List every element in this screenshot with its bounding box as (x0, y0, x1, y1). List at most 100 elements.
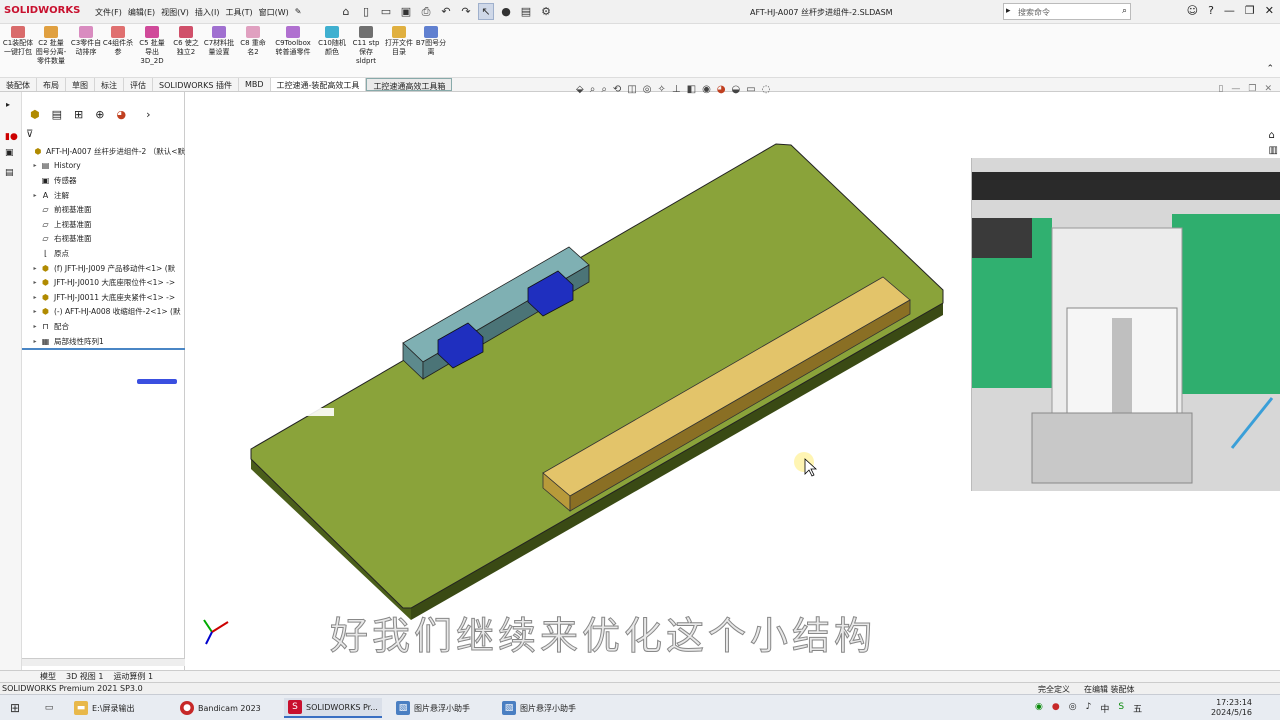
ribbon-button-c6[interactable]: C6 使之独立2 (170, 26, 202, 57)
config-manager-icon[interactable]: ⊞ (74, 108, 83, 124)
taskbar-solidworks[interactable]: S SOLIDWORKS Pr... (284, 698, 382, 718)
file-properties-icon[interactable]: ▤ (518, 3, 534, 20)
select-icon[interactable]: ↖ (478, 3, 494, 20)
system-clock[interactable]: 17:23:14 2024/5/16 (1211, 698, 1252, 718)
filter-icon[interactable]: ⊽ (26, 129, 33, 140)
expand-icon[interactable]: ▸ (6, 100, 10, 109)
menu-window[interactable]: 窗口(W) (259, 7, 289, 18)
tree-item-history[interactable]: ▸ ▤ History (24, 159, 185, 174)
tree-item-part-j009[interactable]: ▸ ⬢ (f) JFT-HJ-J009 产品移动件<1> (默 (24, 261, 185, 276)
tree-item-subassembly-a008[interactable]: ▸ ⬢ (-) AFT-HJ-A008 收缩组件-2<1> (默 (24, 305, 185, 320)
tab-toolbox[interactable]: 工控速通高效工具箱 (366, 78, 453, 91)
ribbon-button-c8[interactable]: C8 重命名2 (237, 26, 269, 57)
ribbon-button-c2[interactable]: C2 批量图号分离-零件数量 (35, 26, 67, 66)
tab-sketch[interactable]: 草图 (66, 78, 95, 91)
search-input[interactable]: ▸ 搜索命令 ⌕ (1003, 3, 1131, 20)
triad-y-axis (203, 619, 213, 633)
ribbon-button-c9[interactable]: C9Toolbox 转普通零件 (274, 26, 312, 57)
print-icon[interactable]: ⎙ (418, 3, 434, 20)
tree-item-origin[interactable]: ⌊ 原点 (24, 246, 185, 261)
search-icon[interactable]: ⌕ (1122, 6, 1127, 16)
home-icon[interactable]: ⌂ (338, 3, 354, 20)
feature-tree-icon[interactable]: ⬢ (30, 108, 40, 124)
tray-app-icon[interactable]: ◉ (1035, 702, 1043, 715)
ribbon-button-c11[interactable]: C11 stp保存 sldprt (350, 26, 382, 66)
ime-mode-indicator[interactable]: 中 (1100, 702, 1109, 715)
menu-view[interactable]: 视图(V) (161, 7, 189, 18)
tray-sogou-icon[interactable]: S (1118, 702, 1124, 715)
graphics-viewport[interactable]: ⬙ ⌕ ⌕ ⟲ ◫ ◎ ✧ ⊥ ◧ ◉ ◕ ◒ ▭ ◌ ▯ — ❐ ✕ ⌂ ▥ (186, 84, 1280, 670)
record-icon[interactable]: ▮● (5, 132, 18, 142)
taskbar-image-helper-2[interactable]: ▧ 图片悬浮小助手 (498, 698, 580, 718)
tree-rollback-bar[interactable] (22, 348, 185, 350)
tab-motion-study[interactable]: 运动算例 1 (113, 671, 153, 682)
tree-item-linear-pattern[interactable]: ▸ ▦ 局部线性阵列1 (24, 334, 185, 349)
ribbon-button-c1[interactable]: C1装配体一键打包 (2, 26, 34, 57)
tree-item-front-plane[interactable]: ▱ 前视基准面 (24, 202, 185, 217)
taskbar-explorer[interactable]: ▬ E:\屏录输出 (70, 698, 138, 718)
tree-item-part-j0010[interactable]: ▸ ⬢ JFT-HJ-J0010 大底座限位件<1> -> (24, 275, 185, 290)
tab-3d-view[interactable]: 3D 视图 1 (66, 671, 103, 682)
reference-photo-overlay[interactable] (971, 158, 1280, 491)
ime-indicator[interactable]: 五 (1133, 702, 1142, 715)
tab-markup[interactable]: 标注 (95, 78, 124, 91)
base-plate[interactable] (250, 143, 944, 620)
dimxpert-icon[interactable]: ⊕ (95, 108, 104, 124)
tree-item-mates[interactable]: ▸ ⊓ 配合 (24, 319, 185, 334)
ribbon-button-open-folder[interactable]: 打开文件目录 (383, 26, 415, 57)
tab-layout[interactable]: 布局 (37, 78, 66, 91)
pin-icon[interactable]: ✎ (295, 7, 302, 18)
ribbon-button-b7[interactable]: B7图号分离 (415, 26, 447, 57)
ribbon-button-c7[interactable]: C7材料批量设置 (203, 26, 235, 57)
ribbon-button-c3[interactable]: C3零件自动排序 (70, 26, 102, 57)
menu-insert[interactable]: 插入(I) (195, 7, 220, 18)
tree-item-right-plane[interactable]: ▱ 右视基准面 (24, 232, 185, 247)
user-icon[interactable]: ☺ (1187, 4, 1198, 17)
redo-icon[interactable]: ↷ (458, 3, 474, 20)
tree-more-icon[interactable]: › (146, 108, 150, 124)
ribbon-button-c4[interactable]: C4组件杀参 (102, 26, 134, 57)
photo-green-panel-right (1172, 214, 1280, 394)
tab-model[interactable]: 模型 (40, 671, 56, 682)
tray-volume-icon[interactable]: ♪ (1086, 702, 1092, 715)
menu-tools[interactable]: 工具(T) (225, 7, 252, 18)
tray-network-icon[interactable]: ◎ (1069, 702, 1077, 715)
start-button[interactable]: ⊞ (4, 698, 26, 718)
tree-item-sensors[interactable]: ▣ 传感器 (24, 173, 185, 188)
menu-file[interactable]: 文件(F) (95, 7, 122, 18)
tab-assembly[interactable]: 装配体 (0, 78, 37, 91)
tray-record-icon[interactable]: ● (1052, 702, 1060, 715)
minimize-icon[interactable]: — (1224, 4, 1235, 17)
display-manager-icon[interactable]: ◕ (116, 108, 126, 124)
tab-addins[interactable]: SOLIDWORKS 插件 (153, 78, 239, 91)
tree-item-part-j0011[interactable]: ▸ ⬢ JFT-HJ-J0011 大底座夹紧件<1> -> (24, 290, 185, 305)
restore-icon[interactable]: ❐ (1245, 4, 1255, 17)
rebuild-icon[interactable]: ● (498, 3, 514, 20)
tab-evaluate[interactable]: 评估 (124, 78, 153, 91)
property-manager-icon[interactable]: ▤ (52, 108, 62, 124)
undo-icon[interactable]: ↶ (438, 3, 454, 20)
options-gear-icon[interactable]: ⚙ (538, 3, 554, 20)
save-icon[interactable]: ▣ (398, 3, 414, 20)
menu-edit[interactable]: 编辑(E) (128, 7, 155, 18)
panel-icon-2[interactable]: ▤ (5, 168, 14, 178)
open-icon[interactable]: ▭ (378, 3, 394, 20)
task-pane-library-icon[interactable]: ▥ (1269, 145, 1278, 156)
close-icon[interactable]: ✕ (1265, 4, 1274, 17)
tree-item-top-plane[interactable]: ▱ 上视基准面 (24, 217, 185, 232)
new-file-icon[interactable]: ▯ (358, 3, 374, 20)
task-pane-home-icon[interactable]: ⌂ (1269, 130, 1278, 141)
tree-item-root[interactable]: ⬢ AFT-HJ-A007 丝杆步进组件-2 （默认<默 (24, 144, 185, 159)
task-view-button[interactable]: ▭ (38, 698, 60, 718)
tree-horizontal-scrollbar[interactable] (22, 658, 185, 666)
tab-mbd[interactable]: MBD (239, 78, 271, 91)
tree-item-annotations[interactable]: ▸ A 注解 (24, 188, 185, 203)
tab-assembly-tools[interactable]: 工控速通-装配高效工具 (270, 78, 367, 91)
taskbar-bandicam[interactable]: ● Bandicam 2023 (176, 698, 265, 718)
panel-icon-1[interactable]: ▣ (5, 148, 14, 158)
ribbon-button-c10[interactable]: C10随机颜色 (316, 26, 348, 57)
taskbar-image-helper-1[interactable]: ▧ 图片悬浮小助手 (392, 698, 474, 718)
collapse-ribbon-icon[interactable]: ⌃ (1266, 64, 1274, 74)
help-icon[interactable]: ? (1208, 4, 1214, 17)
ribbon-button-c5[interactable]: C5 批量导出 3D_2D (136, 26, 168, 66)
